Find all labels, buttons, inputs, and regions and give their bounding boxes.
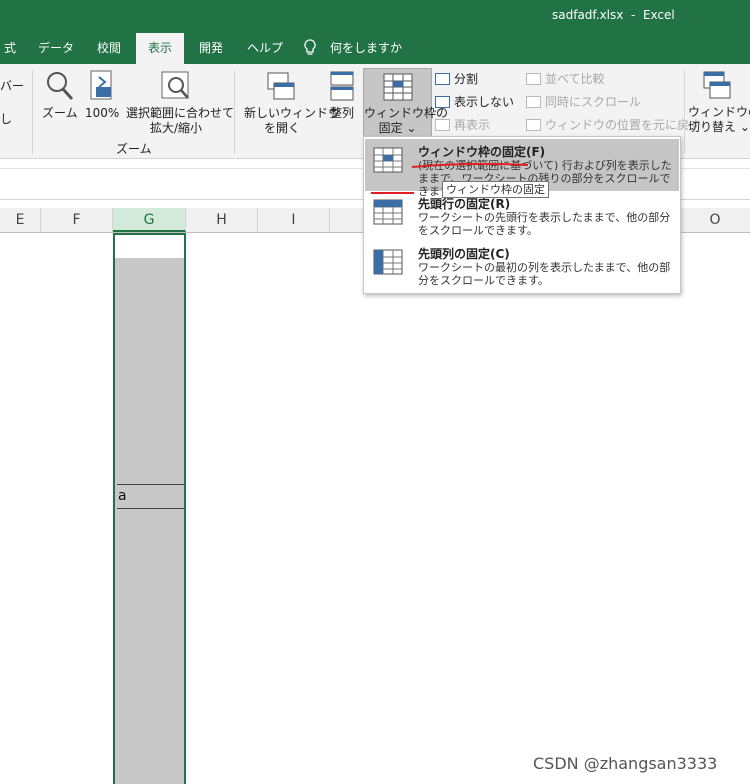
hide-window-button[interactable]: 表示しない bbox=[435, 92, 514, 112]
new-window-label-1: 新しいウィンドウ bbox=[244, 106, 341, 120]
zoom-button[interactable]: ズーム bbox=[42, 106, 78, 121]
zoom-to-selection-icon bbox=[161, 71, 189, 99]
freeze-panes-icon bbox=[373, 147, 403, 173]
reset-position-icon bbox=[526, 119, 541, 131]
cell-border bbox=[117, 508, 184, 509]
synchronous-scrolling-button[interactable]: 同時にスクロール bbox=[526, 92, 641, 112]
ribbon-separator bbox=[234, 70, 235, 154]
reset-window-position-button[interactable]: ウィンドウの位置を元に戻す bbox=[526, 115, 701, 135]
active-cell[interactable] bbox=[115, 235, 184, 258]
menu-item-description: ワークシートの最初の列を表示したままで、他の部分をスクロールできます。 bbox=[418, 261, 671, 287]
zoom-to-selection-button[interactable]: 選択範囲に合わせて 拡大/縮小 bbox=[126, 106, 235, 136]
tab-developer[interactable]: 開発 bbox=[190, 33, 232, 64]
column-header-g[interactable]: G bbox=[113, 208, 186, 232]
unhide-window-button[interactable]: 再表示 bbox=[435, 115, 490, 135]
freeze-first-column-icon bbox=[373, 249, 403, 275]
arrange-all-button[interactable]: 整列 bbox=[330, 106, 354, 121]
view-side-by-side-button[interactable]: 並べて比較 bbox=[526, 69, 605, 89]
tooltip: ウィンドウ枠の固定 bbox=[442, 181, 549, 198]
menu-item-description: ワークシートの先頭行を表示したままで、他の部分をスクロールできます。 bbox=[418, 211, 671, 237]
arrange-all-icon bbox=[330, 71, 354, 101]
annotation-strikethrough bbox=[411, 162, 529, 168]
side-by-side-icon bbox=[526, 73, 541, 85]
hide-window-label: 表示しない bbox=[454, 95, 515, 109]
column-header-e[interactable]: E bbox=[0, 208, 41, 232]
side-by-side-label: 並べて比較 bbox=[545, 72, 605, 86]
zoom-100-icon bbox=[90, 70, 112, 100]
switch-windows-button[interactable]: ウィンドウの 切り替え ⌄ bbox=[688, 105, 750, 135]
freeze-panes-label-1: ウィンドウ枠の bbox=[364, 106, 449, 120]
sync-scroll-label: 同時にスクロール bbox=[545, 95, 642, 109]
zoom-icon bbox=[47, 72, 74, 101]
freeze-panes-label-2: 固定 ⌄ bbox=[378, 121, 417, 135]
freeze-top-row-icon bbox=[373, 199, 403, 225]
window-title: sadfadf.xlsx - Excel bbox=[552, 8, 675, 22]
cell-value[interactable]: a bbox=[118, 488, 127, 504]
new-window-label-2: を開く bbox=[263, 121, 300, 135]
cell-border bbox=[117, 484, 184, 485]
menu-item-title: 先頭列の固定(C) bbox=[418, 247, 510, 261]
new-window-icon bbox=[267, 72, 295, 100]
column-header-f[interactable]: F bbox=[41, 208, 113, 232]
reset-position-label: ウィンドウの位置を元に戻す bbox=[545, 118, 702, 132]
freeze-panes-button[interactable]: ウィンドウ枠の 固定 ⌄ bbox=[363, 68, 449, 137]
lightbulb-icon[interactable] bbox=[300, 33, 320, 64]
zoom-to-selection-label-1: 選択範囲に合わせて bbox=[126, 106, 235, 120]
sync-scroll-icon bbox=[526, 96, 541, 108]
split-label: 分割 bbox=[454, 72, 479, 86]
zoom-100-button[interactable]: 100% bbox=[85, 106, 119, 121]
tell-me-search[interactable]: 何をしますか bbox=[330, 33, 402, 64]
ribbon-separator bbox=[684, 70, 685, 154]
tab-formulas[interactable]: 式 bbox=[0, 33, 20, 64]
freeze-panes-icon bbox=[383, 73, 413, 101]
selected-column-g[interactable]: a bbox=[113, 233, 186, 784]
zoom-group-label: ズーム bbox=[116, 142, 152, 156]
new-window-button[interactable]: 新しいウィンドウ を開く bbox=[244, 106, 341, 136]
title-bar: sadfadf.xlsx - Excel bbox=[0, 0, 750, 33]
split-button[interactable]: 分割 bbox=[435, 69, 478, 89]
ribbon-tab-bar: 式 データ 校閲 表示 開発 ヘルプ 何をしますか bbox=[0, 33, 750, 64]
column-header-h[interactable]: H bbox=[186, 208, 258, 232]
tab-view[interactable]: 表示 bbox=[136, 33, 184, 64]
tab-help[interactable]: ヘルプ bbox=[240, 33, 290, 64]
tab-review[interactable]: 校閲 bbox=[88, 33, 130, 64]
split-icon bbox=[435, 73, 450, 85]
ribbon-separator bbox=[32, 70, 33, 154]
tab-data[interactable]: データ bbox=[32, 33, 80, 64]
switch-windows-icon bbox=[703, 71, 731, 99]
switch-windows-label-2: 切り替え ⌄ bbox=[688, 120, 750, 134]
ribbon-partial-label-2: し bbox=[0, 112, 13, 126]
worksheet-grid[interactable]: a bbox=[0, 233, 750, 784]
menu-item-title: ウィンドウ枠の固定(F) bbox=[418, 145, 546, 159]
unhide-window-label: 再表示 bbox=[454, 118, 491, 132]
column-header-i[interactable]: I bbox=[258, 208, 330, 232]
zoom-to-selection-label-2: 拡大/縮小 bbox=[149, 121, 203, 135]
watermark: CSDN @zhangsan3333 bbox=[533, 754, 718, 773]
unhide-window-icon bbox=[435, 119, 450, 131]
hide-window-icon bbox=[435, 96, 450, 108]
switch-windows-label-1: ウィンドウの bbox=[688, 105, 750, 119]
menu-item-freeze-first-column[interactable]: 先頭列の固定(C) ワークシートの最初の列を表示したままで、他の部分をスクロール… bbox=[365, 241, 679, 293]
ribbon-partial-label-1: バー bbox=[0, 79, 25, 93]
annotation-underline bbox=[371, 192, 414, 194]
column-header-o[interactable]: O bbox=[680, 208, 750, 232]
menu-item-freeze-top-row[interactable]: 先頭行の固定(R) ワークシートの先頭行を表示したままで、他の部分をスクロールで… bbox=[365, 191, 679, 243]
